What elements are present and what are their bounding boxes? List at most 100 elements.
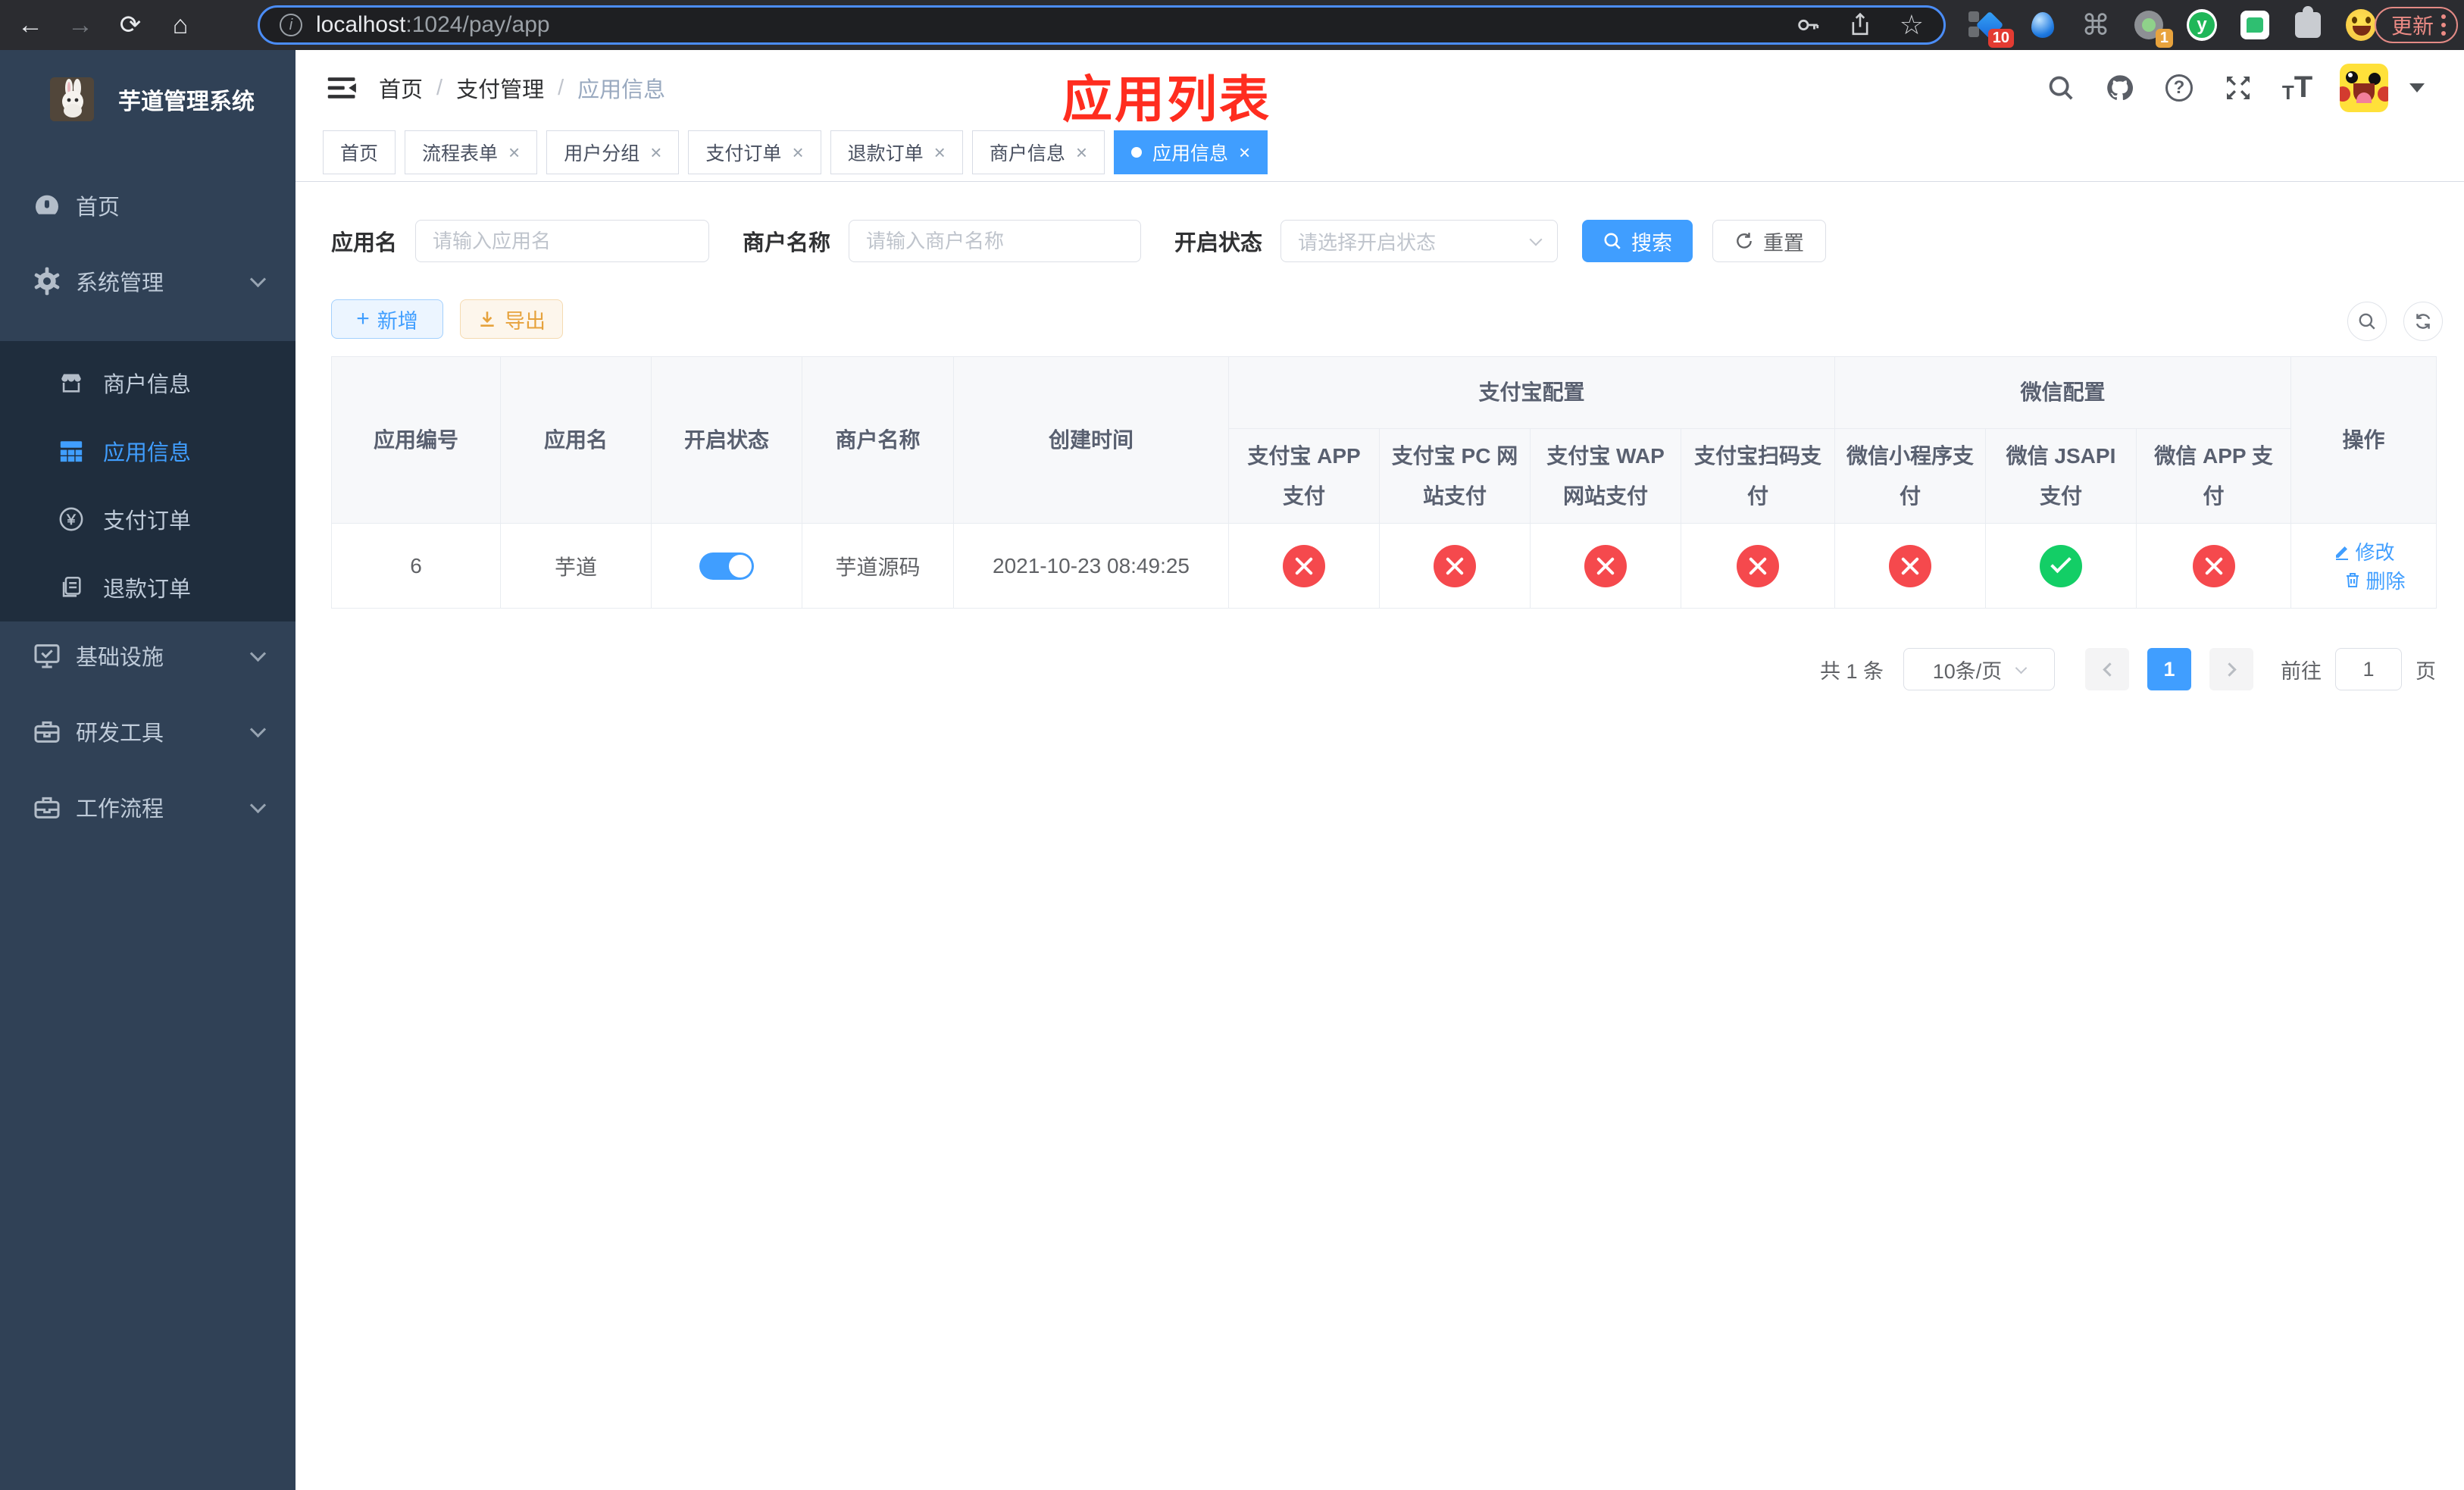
goto-label: 前往: [2281, 659, 2322, 683]
toolbox-icon: [30, 716, 64, 747]
chevron-down-icon: [249, 721, 267, 737]
tab-merchant-info[interactable]: 商户信息: [971, 130, 1105, 174]
close-icon[interactable]: [1239, 142, 1250, 162]
status-select[interactable]: 请选择开启状态: [1280, 220, 1559, 262]
chevron-down-icon: [1529, 233, 1543, 246]
col-app-id: 应用编号: [331, 356, 501, 524]
site-info-icon[interactable]: i: [280, 14, 302, 36]
page-size-select[interactable]: 10条/页: [1903, 648, 2055, 690]
breadcrumb-home[interactable]: 首页: [379, 72, 423, 104]
sidebar-item-refund-orders[interactable]: 退款订单: [0, 553, 295, 621]
col-alipay-app: 支付宝 APP 支付: [1228, 428, 1380, 524]
cell-merchant: 芋道源码: [802, 523, 954, 609]
sidebar-item-system[interactable]: 系统管理: [0, 245, 295, 318]
table-toolbar: 新增 导出: [331, 299, 563, 339]
browser-extensions: 10 ⌘ 1 y: [1968, 6, 2376, 48]
cell-alipay-qr-status: [1680, 523, 1836, 609]
extension-camera-icon[interactable]: 1: [2134, 10, 2173, 48]
extensions-puzzle-icon[interactable]: [2293, 6, 2323, 40]
tab-user-group[interactable]: 用户分组: [546, 130, 680, 174]
export-button[interactable]: 导出: [460, 299, 563, 339]
extension-command-icon[interactable]: ⌘: [2081, 10, 2111, 42]
disabled-cross-icon: [1889, 544, 1932, 587]
browser-back-icon[interactable]: ←: [11, 5, 50, 45]
cell-wx-jsapi-status: [1985, 523, 2137, 609]
merchant-name-input[interactable]: [849, 220, 1142, 262]
font-size-icon[interactable]: TT: [2281, 70, 2314, 105]
share-icon[interactable]: [1848, 12, 1872, 38]
sidebar-item-infrastructure[interactable]: 基础设施: [0, 619, 295, 692]
tab-home[interactable]: 首页: [323, 130, 396, 174]
sidebar-item-merchant-info[interactable]: 商户信息: [0, 349, 295, 417]
browser-update-button[interactable]: 更新: [2374, 7, 2458, 43]
sidebar-item-pay-orders[interactable]: ￥ 支付订单: [0, 485, 295, 553]
table-tools: [2347, 302, 2443, 341]
extension-chat-icon[interactable]: [2240, 10, 2270, 40]
search-button[interactable]: 搜索: [1582, 220, 1693, 262]
close-icon[interactable]: [934, 142, 946, 162]
merchant-name-label: 商户名称: [743, 231, 831, 255]
goto-page-input[interactable]: [2335, 648, 2402, 690]
browser-address-bar[interactable]: i localhost:1024/pay/app ☆: [258, 5, 1946, 45]
close-icon[interactable]: [1076, 142, 1087, 162]
toggle-search-button[interactable]: [2347, 302, 2387, 341]
grid-icon: [58, 438, 85, 464]
col-group-alipay: 支付宝配置: [1227, 356, 1836, 429]
avatar-dropdown-icon[interactable]: [2409, 83, 2425, 92]
github-icon[interactable]: [2103, 71, 2137, 105]
extension-gem-icon[interactable]: 10: [1968, 10, 2014, 48]
page-number-1[interactable]: 1: [2147, 648, 2191, 690]
fullscreen-icon[interactable]: [2222, 71, 2255, 105]
sidebar-collapse-icon[interactable]: [326, 71, 359, 105]
sidebar-item-home[interactable]: 首页: [0, 169, 295, 242]
col-created: 创建时间: [953, 356, 1229, 524]
search-icon: [1604, 233, 1621, 249]
col-alipay-pc: 支付宝 PC 网站支付: [1379, 428, 1531, 524]
cell-created: 2021-10-23 08:49:25: [953, 523, 1229, 609]
close-icon[interactable]: [508, 142, 520, 162]
sidebar-item-app-info[interactable]: 应用信息: [0, 417, 295, 485]
documents-icon: [58, 574, 85, 600]
user-avatar[interactable]: [2340, 64, 2388, 112]
close-icon[interactable]: [792, 142, 803, 162]
tab-process-form[interactable]: 流程表单: [405, 130, 538, 174]
tab-refund-orders[interactable]: 退款订单: [830, 130, 963, 174]
breadcrumb-payment[interactable]: 支付管理: [456, 72, 544, 104]
extension-balloon-icon[interactable]: [2028, 10, 2058, 40]
prev-page-button[interactable]: [2085, 648, 2129, 690]
browser-menu-icon[interactable]: [2441, 14, 2446, 36]
app-name-input[interactable]: [415, 220, 710, 262]
cell-wx-app-status: [2136, 523, 2292, 609]
browser-home-icon[interactable]: ⌂: [161, 5, 200, 45]
chevron-left-icon: [2102, 662, 2117, 677]
tab-pay-orders[interactable]: 支付订单: [688, 130, 821, 174]
help-icon[interactable]: ?: [2162, 71, 2196, 105]
edit-link[interactable]: 修改: [2333, 537, 2395, 565]
col-actions: 操作: [2290, 356, 2437, 524]
close-icon[interactable]: [650, 142, 661, 162]
password-key-icon[interactable]: [1795, 12, 1821, 38]
delete-link[interactable]: 删除: [2344, 566, 2406, 594]
header-search-icon[interactable]: [2044, 71, 2078, 105]
col-app-name: 应用名: [500, 356, 652, 524]
extension-y-icon[interactable]: y: [2187, 9, 2217, 41]
app-logo-row[interactable]: 芋道管理系统: [0, 50, 295, 149]
next-page-button[interactable]: [2209, 648, 2253, 690]
refresh-table-button[interactable]: [2403, 302, 2443, 341]
add-button[interactable]: 新增: [331, 299, 443, 339]
trash-icon: [2346, 573, 2359, 587]
tags-view-bar: 首页 流程表单 用户分组 支付订单 退款订单 商户信息 应用信息: [295, 126, 2464, 182]
chevron-down-icon: [2015, 662, 2028, 674]
browser-forward-icon[interactable]: →: [61, 5, 100, 45]
status-toggle[interactable]: [699, 552, 754, 580]
reset-button[interactable]: 重置: [1712, 220, 1827, 262]
browser-reload-icon[interactable]: ⟳: [111, 5, 150, 45]
sidebar-item-workflow[interactable]: 工作流程: [0, 771, 295, 844]
tab-app-info[interactable]: 应用信息: [1114, 130, 1268, 174]
col-merchant: 商户名称: [802, 356, 954, 524]
col-alipay-wap: 支付宝 WAP 网站支付: [1530, 428, 1681, 524]
sidebar-item-dev-tools[interactable]: 研发工具: [0, 695, 295, 768]
profile-emoji-icon[interactable]: [2346, 9, 2376, 41]
app-logo: [50, 77, 94, 121]
bookmark-star-icon[interactable]: ☆: [1900, 9, 1924, 41]
